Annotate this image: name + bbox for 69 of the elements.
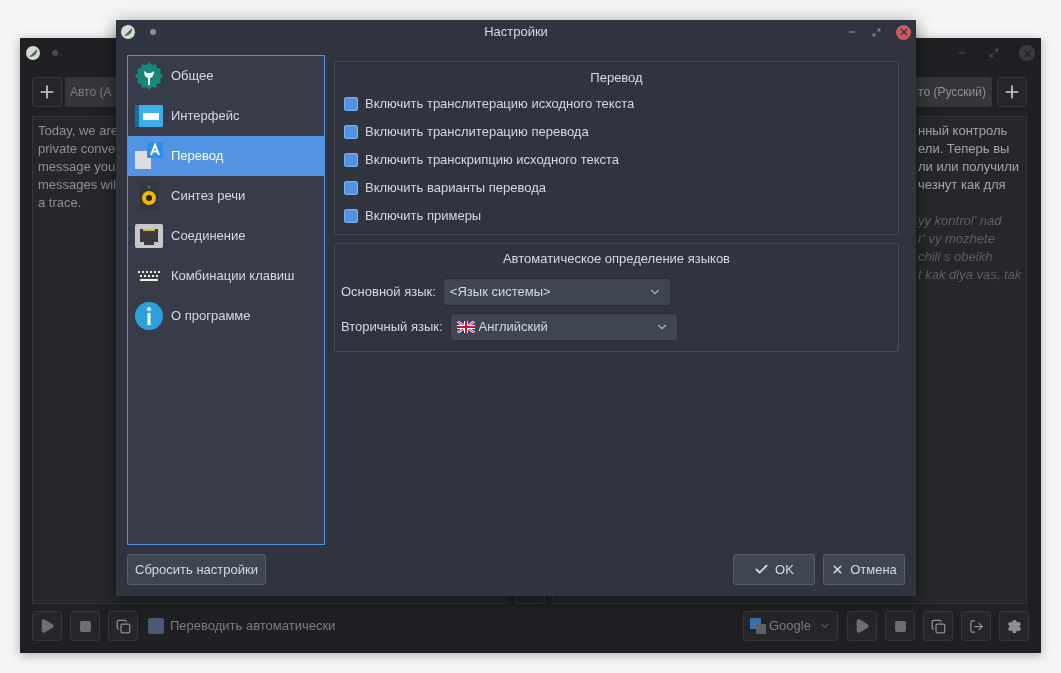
checkbox[interactable] <box>344 209 358 223</box>
reset-settings-button[interactable]: Сбросить настройки <box>127 554 266 585</box>
play-button[interactable] <box>32 611 62 641</box>
info-icon <box>133 300 165 332</box>
checkbox-label: Включить транслитерацию перевода <box>365 123 589 142</box>
group-title: Перевод <box>590 69 643 87</box>
uk-flag-icon <box>456 321 475 333</box>
cancel-button[interactable]: Отмена <box>823 554 905 585</box>
language-combo[interactable]: <Язык системы> <box>442 278 671 306</box>
checkbox[interactable] <box>344 181 358 195</box>
text-line: ли или получили <box>918 158 1020 176</box>
field-label: Основной язык: <box>341 283 436 302</box>
window-title: Настройки <box>484 23 548 42</box>
play-icon <box>854 618 870 634</box>
add-language-button[interactable] <box>32 77 62 107</box>
close-icon <box>1021 47 1033 59</box>
stop-icon <box>893 619 907 633</box>
checkbox-label: Включить примеры <box>365 207 482 226</box>
close-icon <box>898 27 909 37</box>
group-title: Автоматическое определение языков <box>502 250 731 268</box>
copy-button[interactable] <box>923 611 953 641</box>
field-label: Вторичный язык: <box>341 318 443 337</box>
copy-icon <box>930 618 946 634</box>
translate-engine-icon <box>750 618 766 634</box>
stop-button[interactable] <box>885 611 915 641</box>
language-combo[interactable]: Английский <box>449 313 678 341</box>
sidebar-item[interactable]: Интерфейс <box>128 96 324 136</box>
sidebar-item[interactable]: Общее <box>128 56 324 96</box>
play-icon <box>39 618 55 634</box>
text-line: нный контроль <box>918 122 1008 140</box>
text-line: messages wil <box>38 176 117 194</box>
maximize-icon[interactable] <box>989 48 999 58</box>
copy-icon <box>115 618 131 634</box>
export-button[interactable] <box>961 611 991 641</box>
engine-combo[interactable]: Google <box>743 611 838 641</box>
sidebar-item[interactable]: Комбинации клавиш <box>128 256 324 296</box>
checkbox-label: Включить варианты перевода <box>365 179 546 198</box>
app-logo-icon <box>121 25 135 39</box>
sidebar-item[interactable]: О программе <box>128 296 324 336</box>
add-language-button[interactable] <box>997 77 1027 107</box>
copy-button[interactable] <box>108 611 138 641</box>
close-button[interactable] <box>896 24 911 40</box>
sidebar-item[interactable]: Синтез речи <box>128 176 324 216</box>
stop-icon <box>78 619 92 633</box>
checkbox-label: Включить транскрипцию исходного текста <box>365 151 620 170</box>
gear-wrench-icon <box>133 60 165 92</box>
checkbox[interactable] <box>344 153 358 167</box>
app-logo-icon <box>26 46 40 60</box>
text-line: чезнут как для <box>918 176 1006 194</box>
text-line: private conve <box>38 140 116 158</box>
checkbox-label: Переводить автоматически <box>170 617 336 636</box>
text-line: ели. Теперь вы <box>918 140 1010 158</box>
ok-button[interactable]: OK <box>733 554 815 585</box>
checkbox[interactable] <box>344 97 358 111</box>
maximize-icon[interactable] <box>872 27 881 37</box>
settings-button[interactable] <box>999 611 1029 641</box>
settings-icon <box>1006 618 1022 634</box>
check-icon <box>754 562 770 577</box>
checkbox-label: Включить транслитерацию исходного текста <box>365 95 635 114</box>
checkbox[interactable] <box>344 125 358 139</box>
transliteration-line: chili s obeikh <box>918 248 993 266</box>
text-line: message you <box>38 158 116 176</box>
export-icon <box>968 618 984 634</box>
text-line: a trace. <box>38 194 82 212</box>
translate-icon <box>133 140 165 172</box>
sidebar-item[interactable]: Соединение <box>128 216 324 256</box>
checkbox[interactable] <box>148 618 164 634</box>
play-button[interactable] <box>847 611 877 641</box>
stop-button[interactable] <box>70 611 100 641</box>
